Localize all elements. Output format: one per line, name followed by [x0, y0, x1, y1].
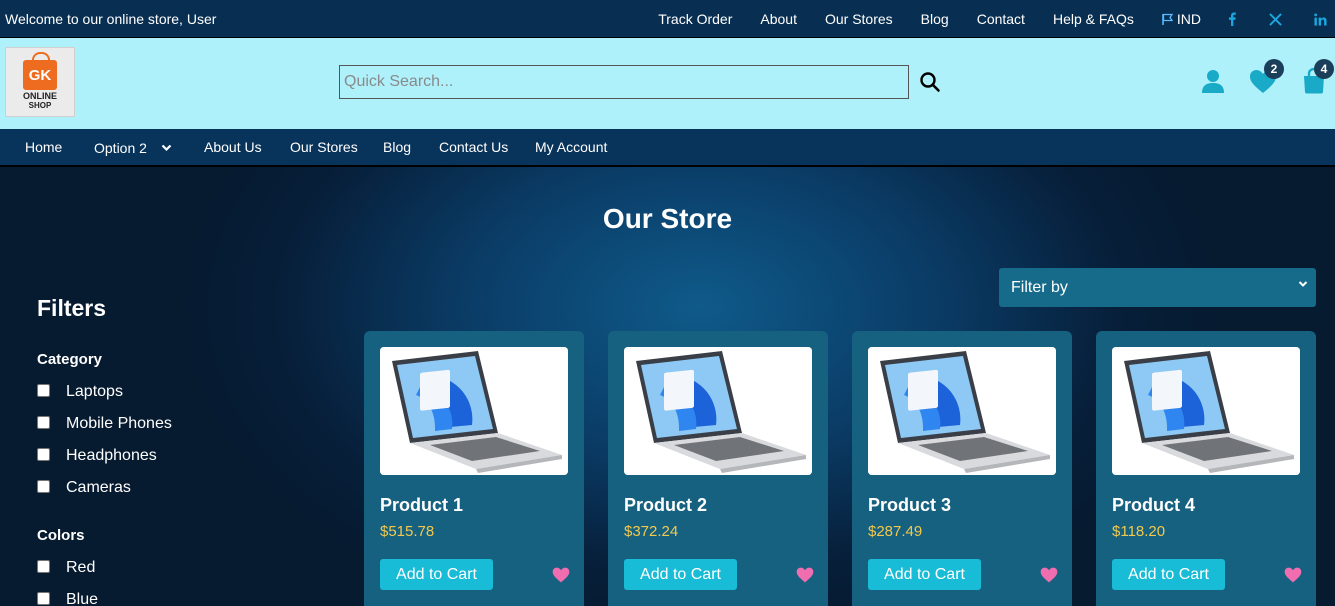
checkbox[interactable] [37, 415, 50, 429]
checkbox[interactable] [37, 447, 50, 461]
filters-title: Filters [37, 295, 107, 321]
welcome-message: Welcome to our online store, User [5, 11, 217, 27]
filter-label: Laptops [66, 383, 123, 400]
checkbox[interactable] [37, 591, 50, 605]
nav-home[interactable]: Home [25, 139, 62, 155]
language-selector[interactable]: IND [1162, 11, 1201, 27]
heart-icon[interactable] [796, 567, 814, 588]
filter-laptops[interactable]: Laptops [37, 383, 123, 401]
x-icon[interactable] [1269, 12, 1282, 26]
checkbox[interactable] [37, 383, 50, 397]
heart-icon[interactable] [1284, 567, 1302, 588]
filter-by-label: Filter by [1011, 278, 1068, 296]
filter-label: Cameras [66, 479, 131, 496]
top-link-our-stores[interactable]: Our Stores [825, 11, 893, 27]
add-to-cart-button[interactable]: Add to Cart [624, 559, 737, 590]
product-image[interactable] [624, 347, 812, 475]
product-image[interactable] [868, 347, 1056, 475]
wishlist-count-badge: 2 [1264, 59, 1284, 79]
filter-label: Red [66, 559, 96, 576]
product-name[interactable]: Product 3 [868, 495, 951, 516]
product-name[interactable]: Product 2 [624, 495, 707, 516]
store-main: Our Store Filter by Filters Category Lap… [0, 167, 1335, 606]
chevron-down-icon [1298, 281, 1308, 287]
product-name[interactable]: Product 1 [380, 495, 463, 516]
search-icon[interactable] [919, 71, 941, 93]
nav-my-account[interactable]: My Account [535, 139, 607, 155]
logo-bag-icon: GK [23, 52, 57, 90]
filter-label: Headphones [66, 447, 157, 464]
top-link-blog[interactable]: Blog [921, 11, 949, 27]
page-title: Our Store [602, 203, 733, 234]
top-link-about[interactable]: About [760, 11, 797, 27]
product-image[interactable] [1112, 347, 1300, 475]
product-name[interactable]: Product 4 [1112, 495, 1195, 516]
add-to-cart-button[interactable]: Add to Cart [1112, 559, 1225, 590]
top-bar: Welcome to our online store, User Track … [0, 0, 1335, 38]
product-price: $287.49 [868, 523, 923, 540]
logo-gk: GK [28, 66, 52, 84]
facebook-icon[interactable] [1227, 12, 1237, 26]
filter-label: Mobile Phones [66, 415, 172, 432]
flag-icon [1162, 13, 1174, 25]
top-link-contact[interactable]: Contact [977, 11, 1025, 27]
add-to-cart-button[interactable]: Add to Cart [868, 559, 981, 590]
product-card: Product 3 $287.49 Add to Cart [852, 331, 1072, 606]
checkbox[interactable] [37, 479, 50, 493]
logo-line-1: ONLINE [22, 91, 57, 101]
nav-contact-us[interactable]: Contact Us [439, 139, 508, 155]
product-price: $515.78 [380, 523, 435, 540]
nav-our-stores[interactable]: Our Stores [290, 139, 358, 155]
logo-line-2: SHOP [28, 101, 52, 110]
product-card: Product 2 $372.24 Add to Cart [608, 331, 828, 606]
language-label: IND [1176, 11, 1201, 27]
add-to-cart-button[interactable]: Add to Cart [380, 559, 493, 590]
product-card: Product 4 $118.20 Add to Cart [1096, 331, 1316, 606]
search-input[interactable] [339, 65, 909, 99]
checkbox[interactable] [37, 559, 50, 573]
cart-count-badge: 4 [1314, 59, 1334, 79]
product-price: $372.24 [624, 523, 679, 540]
filter-mobile-phones[interactable]: Mobile Phones [37, 415, 172, 433]
user-account-icon[interactable] [1200, 68, 1226, 99]
nav-option-2[interactable]: Option 2 [94, 140, 172, 156]
product-image[interactable] [380, 347, 568, 475]
filter-cameras[interactable]: Cameras [37, 479, 131, 497]
heart-icon[interactable] [552, 567, 570, 588]
heart-icon[interactable] [1040, 567, 1058, 588]
product-card: Product 1 $515.78 Add to Cart [364, 331, 584, 606]
nav-option-2-label: Option 2 [94, 140, 147, 156]
category-title: Category [37, 351, 103, 368]
filter-label: Blue [66, 591, 99, 606]
header: GK ONLINE SHOP 2 4 [0, 38, 1335, 129]
nav-about-us[interactable]: About Us [204, 139, 262, 155]
top-links: Track Order About Our Stores Blog Contac… [658, 0, 1335, 38]
filter-red[interactable]: Red [37, 559, 95, 577]
top-link-track-order[interactable]: Track Order [658, 11, 732, 27]
nav-blog[interactable]: Blog [383, 139, 411, 155]
filter-blue[interactable]: Blue [37, 591, 98, 606]
colors-title: Colors [37, 527, 85, 544]
top-link-help-faqs[interactable]: Help & FAQs [1053, 11, 1134, 27]
filter-by-select[interactable]: Filter by [999, 268, 1316, 307]
main-nav: Home Option 2 About Us Our Stores Blog C… [0, 129, 1335, 167]
filter-headphones[interactable]: Headphones [37, 447, 157, 465]
product-price: $118.20 [1112, 523, 1166, 540]
store-logo[interactable]: GK ONLINE SHOP [5, 47, 75, 117]
chevron-down-icon [161, 144, 172, 152]
linkedin-icon[interactable] [1314, 12, 1327, 26]
